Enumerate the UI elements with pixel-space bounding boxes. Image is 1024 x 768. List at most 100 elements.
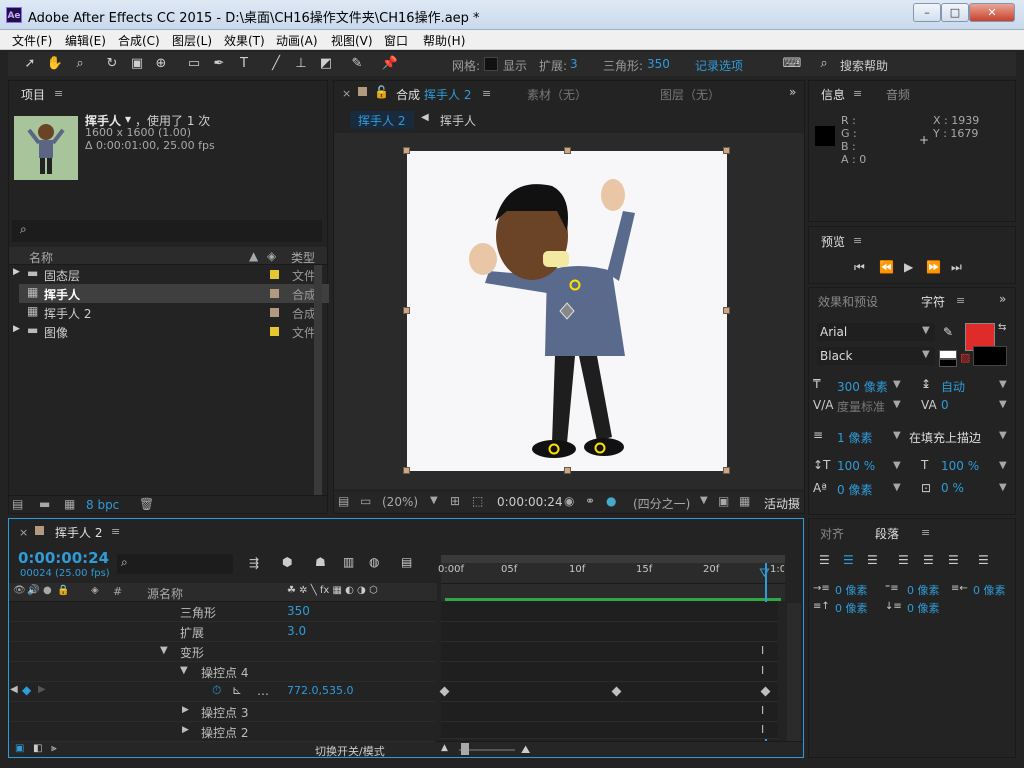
graph-icon[interactable]: ⊾ — [232, 683, 242, 697]
layer-switches-icon[interactable]: ☘ ✲ ╲ fx ▦ ◐ ◑ ⬡ — [287, 585, 378, 596]
workspace-icon[interactable]: ⌨ — [782, 54, 802, 74]
tab-audio[interactable]: 音频 — [886, 86, 910, 103]
stroke-mode-select[interactable]: 在填充上描边 — [909, 429, 981, 446]
brush-tool-icon[interactable]: ╱ — [266, 54, 286, 74]
property-row-pin4[interactable]: ▼ 操控点 4 — [10, 662, 435, 682]
baseline-shift-value[interactable]: 0 像素 — [837, 481, 872, 498]
menu-file[interactable]: 文件(F) — [12, 32, 52, 49]
project-row-images[interactable]: ▶ ▬ 图像 文件 — [13, 322, 329, 341]
comp-canvas[interactable] — [403, 147, 730, 474]
tab-layer[interactable]: 图层（无） — [660, 86, 720, 103]
black-color-swatch[interactable] — [939, 359, 957, 367]
transform-handle[interactable] — [564, 467, 571, 474]
next-keyframe-icon[interactable]: ▶ — [38, 684, 46, 695]
indent-first-value[interactable]: 0 像素 — [907, 582, 940, 598]
snapshot-icon[interactable]: ▤ — [338, 494, 349, 508]
tab-footage[interactable]: 素材（无） — [527, 86, 587, 103]
maximize-button[interactable]: □ — [941, 3, 969, 22]
chevron-down-icon[interactable]: ▼ — [893, 430, 901, 441]
twirl-down-icon[interactable]: ▼ — [180, 665, 188, 676]
project-search-input[interactable]: ⌕ — [12, 220, 322, 242]
toggle-in-out-icon[interactable]: ⫸ — [51, 743, 57, 754]
trash-icon[interactable]: 🗑 — [139, 497, 154, 511]
breadcrumb-prev[interactable]: 挥手人 — [440, 112, 476, 129]
twirl-down-icon[interactable]: ▼ — [160, 645, 168, 656]
next-frame-icon[interactable]: ⏩ — [926, 260, 941, 274]
close-tab-icon[interactable]: × — [342, 87, 351, 100]
indent-left-value[interactable]: 0 像素 — [835, 582, 868, 598]
lock-switch-icon[interactable]: 🔒 — [57, 585, 69, 596]
column-name[interactable]: 名称 — [29, 249, 53, 266]
white-color-swatch[interactable] — [939, 350, 957, 359]
font-family-select[interactable]: Arial ▼ — [817, 323, 935, 341]
no-color-icon[interactable]: ▨ — [960, 351, 970, 364]
composition-flowchart-icon[interactable]: ⇶ — [249, 556, 259, 570]
menu-edit[interactable]: 编辑(E) — [65, 32, 106, 49]
roto-brush-tool-icon[interactable]: ✎ — [347, 54, 367, 74]
breadcrumb-active[interactable]: 挥手人 2 — [350, 111, 414, 129]
pan-behind-tool-icon[interactable]: ⊕ — [151, 54, 171, 74]
panel-menu-icon[interactable]: ≡ — [853, 87, 862, 100]
tab-composition[interactable]: 合成 — [396, 86, 420, 103]
eraser-tool-icon[interactable]: ◩ — [316, 54, 336, 74]
new-folder-icon[interactable]: ▬ — [39, 497, 50, 511]
property-row-expansion[interactable]: 扩展 3.0 — [10, 622, 435, 642]
chevron-down-icon[interactable]: ▼ — [893, 460, 901, 471]
toggle-modes-icon[interactable]: ◧ — [33, 743, 42, 754]
monitor-icon[interactable]: ▭ — [360, 494, 371, 508]
keyframe[interactable] — [439, 686, 450, 697]
graph-editor-icon[interactable]: ▤ — [401, 555, 412, 569]
keyframe[interactable] — [611, 686, 622, 697]
property-value[interactable]: 772.0,535.0 — [287, 684, 353, 697]
kerning-value[interactable]: 度量标准 — [837, 398, 885, 415]
project-row-solids[interactable]: ▶ ▬ 固态层 文件 — [13, 265, 329, 284]
panel-menu-icon[interactable]: ≡ — [956, 294, 965, 307]
panel-menu-icon[interactable]: ≡ — [482, 87, 491, 100]
eyedropper-icon[interactable]: ✎ — [943, 325, 953, 339]
menu-window[interactable]: 窗口 — [384, 32, 408, 49]
puppet-pin-tool-icon[interactable]: 📌 — [380, 54, 400, 74]
toggle-layer-switches-icon[interactable]: ▣ — [15, 743, 24, 754]
twirl-right-icon[interactable]: ▶ — [182, 725, 189, 735]
bit-depth-button[interactable]: 8 bpc — [86, 498, 119, 512]
chevron-down-icon[interactable]: ▾ — [125, 112, 131, 126]
menu-layer[interactable]: 图层(L) — [172, 32, 212, 49]
justify-center-icon[interactable]: ☰ — [923, 553, 934, 567]
panel-overflow-icon[interactable]: » — [999, 292, 1006, 306]
property-track[interactable]: I — [441, 662, 778, 682]
title-safe-icon[interactable]: ⊞ — [450, 494, 460, 508]
chevron-down-icon[interactable]: ▼ — [999, 379, 1007, 390]
interpret-footage-icon[interactable]: ▤ — [12, 497, 23, 511]
chevron-down-icon[interactable]: ▼ — [893, 482, 901, 493]
zoom-in-icon[interactable]: ⛰ — [521, 743, 530, 757]
label-tag-icon[interactable]: ◈ — [91, 585, 99, 596]
tab-effects-presets[interactable]: 效果和预设 — [818, 293, 878, 310]
scrollbar[interactable] — [314, 265, 322, 495]
menu-composition[interactable]: 合成(C) — [118, 32, 160, 49]
column-source-name[interactable]: 源名称 — [147, 585, 183, 602]
camera-view-select[interactable]: 活动摄 — [764, 495, 804, 512]
keyframe-track[interactable] — [439, 682, 778, 702]
chevron-down-icon[interactable]: ▼ — [430, 495, 438, 506]
font-style-select[interactable]: Black ▼ — [817, 347, 935, 365]
align-center-icon[interactable]: ☰ — [843, 553, 854, 567]
menu-effect[interactable]: 效果(T) — [224, 32, 265, 49]
vertical-scale-value[interactable]: 100 % — [837, 459, 875, 473]
playhead-icon[interactable]: ⛛ — [759, 566, 770, 581]
twirl-right-icon[interactable]: ▶ — [13, 324, 20, 334]
label-tag-icon[interactable]: ◈ — [267, 249, 276, 263]
camera-icon[interactable]: ◉ — [564, 494, 574, 508]
frame-blending-icon[interactable]: ▥ — [343, 555, 354, 569]
align-left-icon[interactable]: ☰ — [819, 553, 830, 567]
zoom-tool-icon[interactable]: ⌕ — [70, 54, 90, 74]
menu-animation[interactable]: 动画(A) — [276, 32, 318, 49]
vertical-scrollbar[interactable] — [787, 603, 801, 743]
toggle-switches-modes-button[interactable]: 切换开关/模式 — [315, 743, 385, 759]
waving-man-figure[interactable] — [407, 151, 727, 471]
swap-colors-icon[interactable]: ⇆ — [998, 322, 1006, 333]
close-tab-icon[interactable]: × — [19, 526, 28, 539]
panel-menu-icon[interactable]: ≡ — [921, 526, 930, 539]
stroke-color-swatch[interactable] — [973, 346, 1007, 366]
work-area-bar[interactable] — [441, 555, 785, 563]
transform-handle[interactable] — [564, 147, 571, 154]
